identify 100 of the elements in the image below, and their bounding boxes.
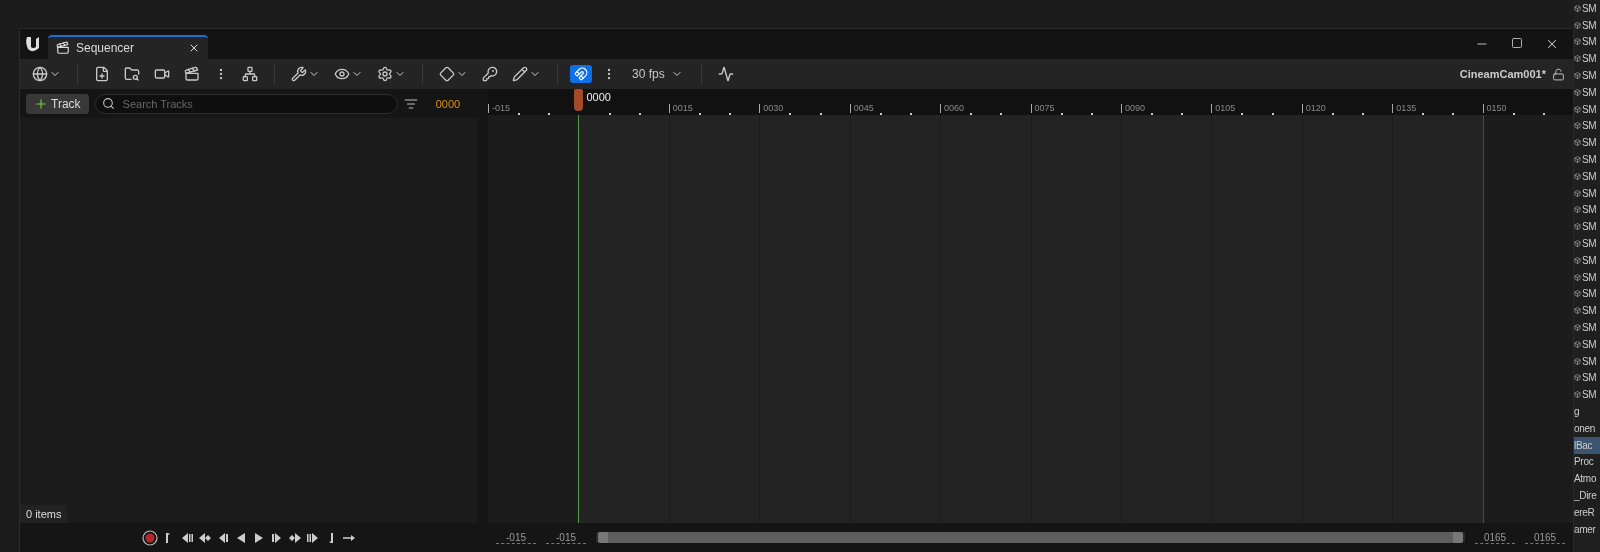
record-icon bbox=[142, 529, 158, 546]
cube-icon bbox=[1574, 139, 1581, 147]
outliner-item[interactable]: SM bbox=[1574, 16, 1600, 34]
sequencer-tab[interactable]: Sequencer bbox=[48, 35, 208, 59]
item-label: SM bbox=[1582, 187, 1597, 199]
outliner-item[interactable]: amer bbox=[1574, 520, 1600, 538]
outliner-item[interactable]: SM bbox=[1574, 319, 1600, 336]
outliner-item[interactable]: SM bbox=[1574, 84, 1600, 101]
outliner-item[interactable]: SM bbox=[1574, 201, 1600, 219]
cube-icon bbox=[1574, 122, 1581, 130]
item-label: SM bbox=[1582, 271, 1597, 283]
outliner-item[interactable]: SM bbox=[1574, 184, 1600, 202]
view-start-field[interactable]: -015 bbox=[496, 531, 536, 544]
cube-icon bbox=[1574, 55, 1581, 63]
frame-rate-dropdown[interactable]: 30 fps bbox=[626, 67, 689, 81]
ruler-tick-label: 0135 bbox=[1392, 104, 1417, 113]
outliner-item[interactable]: SM bbox=[1574, 352, 1600, 370]
item-label: onen bbox=[1574, 422, 1596, 434]
cube-icon bbox=[1574, 240, 1581, 248]
outliner-item[interactable]: SM bbox=[1574, 100, 1600, 118]
cube-icon bbox=[1574, 105, 1581, 113]
item-label: SM bbox=[1582, 204, 1597, 216]
cube-icon bbox=[1574, 256, 1581, 264]
item-label: SM bbox=[1582, 120, 1597, 132]
playhead-frame: 0000 bbox=[586, 91, 611, 103]
item-label: Proc bbox=[1574, 456, 1594, 468]
logo-icon bbox=[24, 34, 42, 54]
add-track-button[interactable]: Track bbox=[26, 93, 89, 114]
end-field[interactable]: 0165 bbox=[1475, 531, 1515, 544]
item-label: ereR bbox=[1574, 506, 1595, 518]
outliner-item[interactable]: SM bbox=[1574, 117, 1600, 135]
view-end-field[interactable]: 0165 bbox=[1525, 531, 1565, 544]
item-label: SM bbox=[1582, 2, 1597, 14]
playhead-handle[interactable] bbox=[574, 89, 584, 111]
outliner-item[interactable]: SM bbox=[1574, 134, 1600, 152]
next-key-button[interactable] bbox=[306, 530, 320, 545]
pencil-icon bbox=[512, 66, 528, 82]
lock-icon bbox=[1552, 67, 1565, 81]
outliner-item[interactable]: SM bbox=[1574, 151, 1600, 168]
next-key-icon bbox=[307, 532, 318, 543]
cube-icon bbox=[1574, 391, 1581, 399]
ruler-tick-label: 0075 bbox=[1030, 104, 1055, 113]
outliner-item[interactable]: SM bbox=[1574, 251, 1600, 269]
start-field[interactable]: -015 bbox=[546, 531, 586, 544]
previous-key-icon bbox=[182, 532, 193, 543]
next-keyframe-button[interactable] bbox=[288, 530, 302, 545]
diamond-icon bbox=[439, 66, 455, 82]
item-label: SM bbox=[1582, 170, 1597, 182]
close-icon bbox=[1545, 37, 1559, 51]
outliner-item[interactable]: SM bbox=[1574, 302, 1600, 320]
filter-icon bbox=[404, 96, 418, 111]
outliner-item[interactable]: ereR bbox=[1574, 503, 1600, 521]
outliner-item[interactable]: Proc bbox=[1574, 453, 1600, 471]
magnet-icon bbox=[574, 67, 588, 81]
outliner-item[interactable]: SM bbox=[1574, 235, 1600, 252]
world-icon bbox=[32, 66, 48, 82]
outliner-item[interactable]: SM bbox=[1574, 50, 1600, 68]
outliner-item[interactable]: SM bbox=[1574, 218, 1600, 236]
cube-icon bbox=[1574, 4, 1581, 12]
cube-icon bbox=[1574, 206, 1581, 214]
outliner-item[interactable]: SM bbox=[1574, 335, 1600, 353]
ruler-tick-label: -015 bbox=[488, 104, 510, 113]
cube-icon bbox=[1574, 223, 1581, 231]
item-label: SM bbox=[1582, 372, 1597, 384]
outliner-item[interactable]: lBac bbox=[1574, 436, 1600, 454]
record-button[interactable] bbox=[142, 529, 158, 546]
cube-icon bbox=[1574, 340, 1581, 348]
item-label: SM bbox=[1582, 19, 1597, 31]
hierarchy-icon bbox=[242, 66, 258, 82]
search-input[interactable]: Search Tracks bbox=[120, 96, 391, 111]
curve-icon bbox=[717, 66, 734, 82]
outliner-item[interactable]: SM bbox=[1574, 0, 1600, 17]
outliner-item[interactable]: SM bbox=[1574, 33, 1600, 51]
search-icon bbox=[101, 97, 115, 110]
close-icon[interactable] bbox=[188, 42, 200, 54]
eye-icon bbox=[334, 66, 350, 82]
cube-icon bbox=[1574, 21, 1581, 29]
clapperboard-icon bbox=[184, 66, 200, 82]
outliner-item[interactable]: SM bbox=[1574, 67, 1600, 84]
magnet-button[interactable] bbox=[570, 65, 592, 83]
ruler-tick-label: 0150 bbox=[1482, 104, 1507, 113]
previous-key-button[interactable] bbox=[180, 530, 194, 545]
search-bar[interactable]: Search Tracks bbox=[94, 93, 398, 114]
outliner-item[interactable]: SM bbox=[1574, 285, 1600, 303]
outliner-item[interactable]: SM bbox=[1574, 369, 1600, 387]
item-label: SM bbox=[1582, 355, 1597, 367]
key-icon bbox=[482, 66, 498, 82]
item-label: SM bbox=[1582, 254, 1597, 266]
outliner-item[interactable]: onen bbox=[1574, 419, 1600, 437]
clapperboard-icon bbox=[56, 41, 70, 55]
item-label: SM bbox=[1582, 238, 1597, 250]
outliner-item[interactable]: g bbox=[1574, 403, 1600, 420]
previous-keyframe-button[interactable] bbox=[198, 530, 212, 545]
current-frame: 0000 bbox=[424, 97, 472, 110]
cube-icon bbox=[1574, 374, 1581, 382]
outliner-item[interactable]: SM bbox=[1574, 167, 1600, 185]
item-count: 0 items bbox=[20, 505, 68, 523]
outliner-item[interactable]: SM bbox=[1574, 386, 1600, 404]
loop-icon bbox=[343, 534, 355, 541]
outliner-item[interactable]: SM bbox=[1574, 268, 1600, 286]
